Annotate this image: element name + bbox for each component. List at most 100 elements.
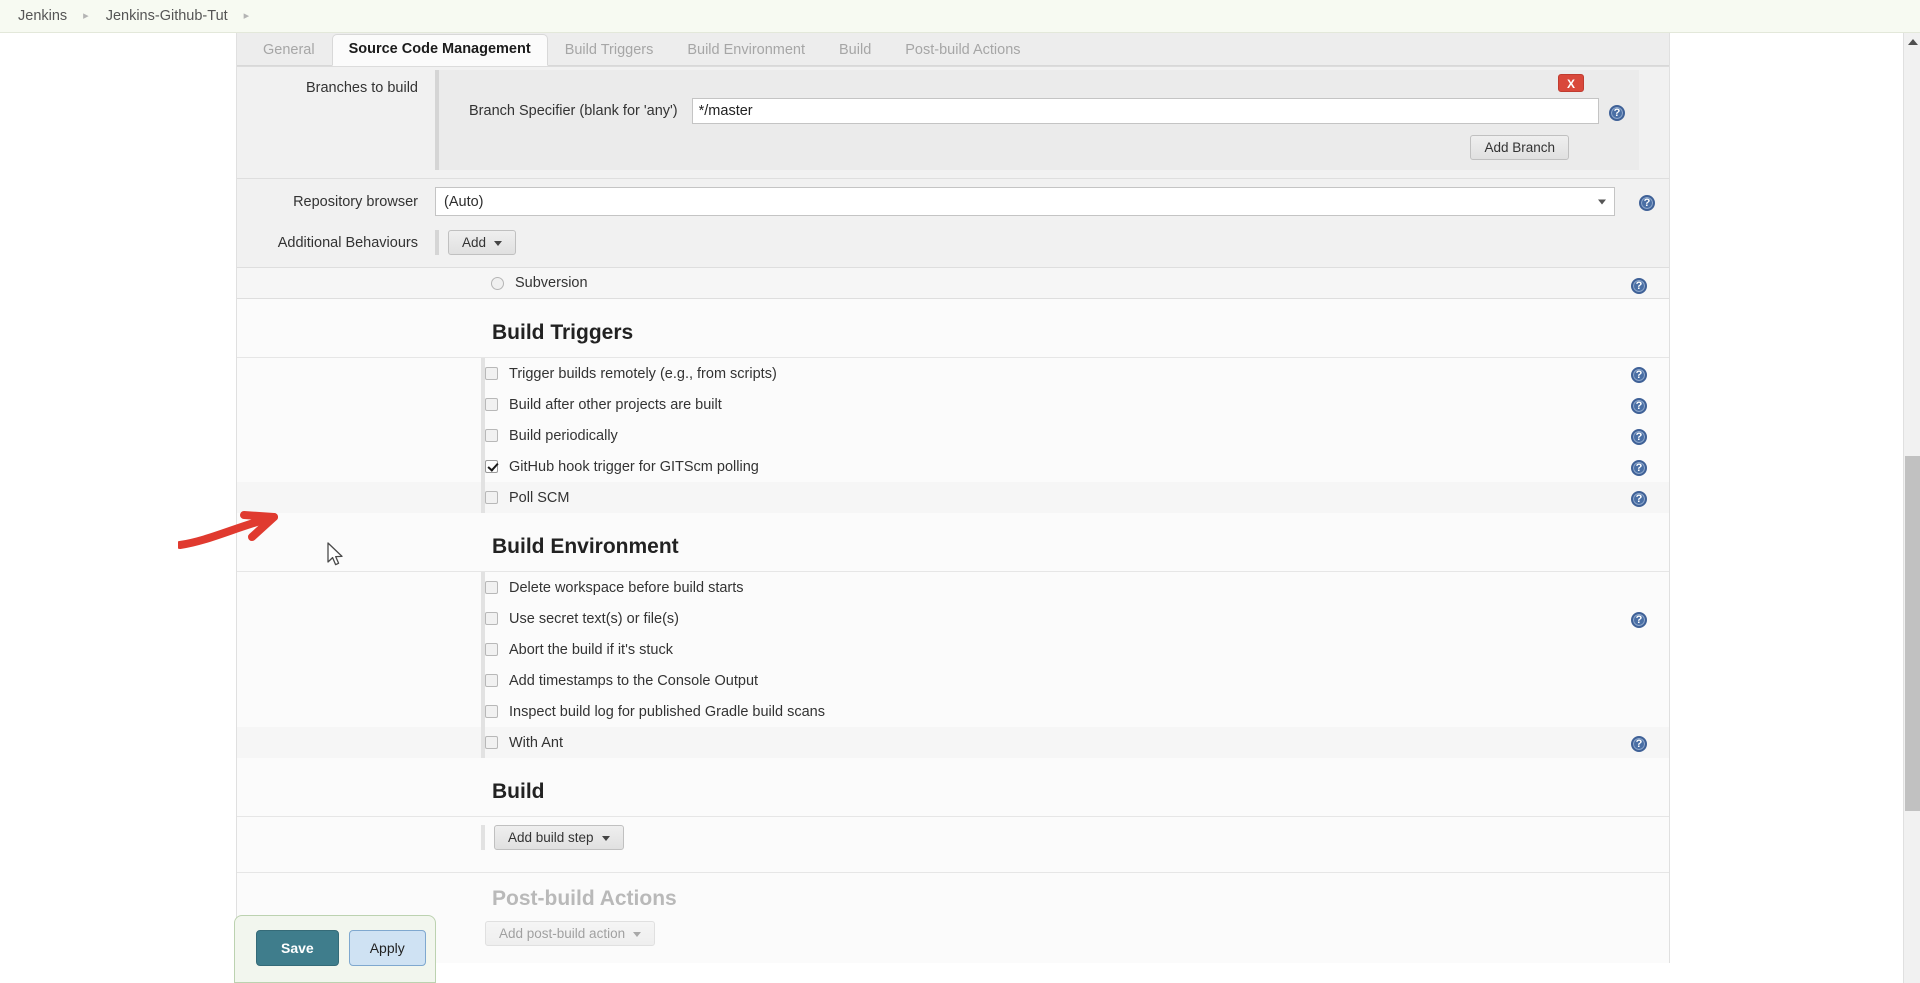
checkbox-github-hook-trigger[interactable] — [485, 460, 498, 473]
breadcrumb-separator-icon-2: ▸ — [243, 9, 250, 22]
environment-option-row[interactable]: Use secret text(s) or file(s) ? — [237, 603, 1669, 634]
environment-option-label: Use secret text(s) or file(s) — [509, 610, 679, 627]
branch-specifier-row: Branch Specifier (blank for 'any') ? — [439, 70, 1639, 124]
repository-browser-row: Repository browser (Auto) ? — [237, 178, 1669, 224]
page-body: General Source Code Management Build Tri… — [0, 33, 1920, 983]
trigger-option-label: Poll SCM — [509, 489, 570, 506]
tab-build-environment[interactable]: Build Environment — [670, 36, 822, 66]
save-apply-bar: Save Apply — [234, 915, 436, 983]
repository-browser-value: (Auto) — [444, 193, 484, 210]
save-apply-bar-inner: Save Apply — [235, 916, 435, 966]
branch-specifier-help-wrap: ? — [1609, 101, 1639, 121]
environment-option-label: Add timestamps to the Console Output — [509, 672, 759, 689]
help-icon[interactable]: ? — [1631, 278, 1647, 294]
environment-option-row[interactable]: With Ant ? — [237, 727, 1669, 758]
environment-option-label: Abort the build if it's stuck — [509, 641, 673, 658]
trigger-option-row[interactable]: Build periodically ? — [237, 420, 1669, 451]
trigger-option-row[interactable]: Build after other projects are built ? — [237, 389, 1669, 420]
branches-to-build-row: Branches to build X Branch Specifier (bl… — [237, 66, 1669, 178]
checkbox-add-timestamps[interactable] — [485, 674, 498, 687]
environment-option-row[interactable]: Inspect build log for published Gradle b… — [237, 696, 1669, 727]
trigger-option-label: Trigger builds remotely (e.g., from scri… — [509, 365, 777, 382]
breadcrumb-item-jenkins[interactable]: Jenkins — [14, 8, 71, 24]
trigger-option-row[interactable]: GitHub hook trigger for GITScm polling ? — [237, 451, 1669, 482]
checkbox-build-after-other-projects[interactable] — [485, 398, 498, 411]
add-build-step-button[interactable]: Add build step — [494, 825, 624, 850]
environment-option-help: ? — [1631, 610, 1647, 628]
environment-option-label: Inspect build log for published Gradle b… — [509, 703, 825, 720]
branch-specifier-input[interactable] — [691, 98, 1599, 124]
chevron-down-icon — [633, 931, 642, 937]
help-icon[interactable]: ? — [1631, 735, 1647, 752]
build-triggers-heading: Build Triggers — [237, 299, 1669, 358]
help-icon[interactable]: ? — [1631, 611, 1647, 628]
help-icon[interactable]: ? — [1631, 366, 1647, 383]
add-post-build-action-button[interactable]: Add post-build action — [485, 921, 656, 946]
config-panel: General Source Code Management Build Tri… — [236, 33, 1670, 963]
help-icon[interactable]: ? — [1639, 194, 1655, 211]
radio-subversion[interactable] — [491, 276, 504, 290]
checkbox-inspect-build-log-gradle[interactable] — [485, 705, 498, 718]
build-environment-body: Delete workspace before build starts Use… — [237, 572, 1669, 758]
environment-option-label: Delete workspace before build starts — [509, 579, 744, 596]
environment-option-help: ? — [1631, 734, 1647, 752]
add-branch-row: Add Branch — [439, 124, 1639, 160]
checkbox-build-periodically[interactable] — [485, 429, 498, 442]
repository-browser-select[interactable]: (Auto) — [435, 187, 1615, 216]
apply-button[interactable]: Apply — [348, 930, 426, 966]
trigger-option-help: ? — [1631, 489, 1647, 507]
help-icon[interactable]: ? — [1631, 490, 1647, 507]
scm-option-subversion[interactable]: Subversion ? — [237, 267, 1669, 299]
scrollbar-thumb[interactable] — [1905, 456, 1920, 811]
save-button[interactable]: Save — [256, 930, 339, 966]
checkbox-use-secret-text[interactable] — [485, 612, 498, 625]
trigger-option-help: ? — [1631, 427, 1647, 445]
delete-branch-button[interactable]: X — [1558, 74, 1584, 92]
branches-to-build-body: X Branch Specifier (blank for 'any') ? A… — [435, 70, 1639, 170]
trigger-option-help: ? — [1631, 365, 1647, 383]
tab-post-build-actions[interactable]: Post-build Actions — [888, 36, 1037, 66]
checkbox-trigger-builds-remotely[interactable] — [485, 367, 498, 380]
trigger-option-help: ? — [1631, 458, 1647, 476]
checkbox-with-ant[interactable] — [485, 736, 498, 749]
environment-option-row[interactable]: Delete workspace before build starts — [237, 572, 1669, 603]
trigger-option-label: GitHub hook trigger for GITScm polling — [509, 458, 759, 475]
help-icon[interactable]: ? — [1631, 397, 1647, 414]
trigger-option-help: ? — [1631, 396, 1647, 414]
breadcrumb-separator-icon: ▸ — [83, 9, 89, 22]
build-section-body: Add build step — [237, 817, 1669, 872]
trigger-option-row[interactable]: Poll SCM ? — [237, 482, 1669, 513]
chevron-down-icon — [1598, 199, 1606, 204]
subversion-label: Subversion — [515, 275, 588, 291]
add-build-step-wrap: Add build step — [481, 825, 624, 850]
additional-behaviours-body: Add — [435, 230, 517, 255]
environment-option-row[interactable]: Add timestamps to the Console Output — [237, 665, 1669, 696]
checkbox-abort-build-if-stuck[interactable] — [485, 643, 498, 656]
tab-build-triggers[interactable]: Build Triggers — [548, 36, 671, 66]
additional-behaviours-row: Additional Behaviours Add — [237, 224, 1669, 267]
tab-general[interactable]: General — [246, 36, 332, 66]
additional-behaviours-label: Additional Behaviours — [277, 234, 418, 251]
build-heading: Build — [237, 758, 1669, 817]
trigger-option-label: Build periodically — [509, 427, 618, 444]
tab-build[interactable]: Build — [822, 36, 888, 66]
scroll-up-button[interactable] — [1904, 33, 1920, 50]
add-behaviour-label: Add — [462, 235, 487, 250]
checkbox-poll-scm[interactable] — [485, 491, 498, 504]
vertical-scrollbar[interactable] — [1903, 33, 1920, 983]
help-icon[interactable]: ? — [1631, 459, 1647, 476]
help-icon[interactable]: ? — [1631, 428, 1647, 445]
breadcrumb-item-project[interactable]: Jenkins-Github-Tut — [102, 8, 232, 24]
tab-source-code-management[interactable]: Source Code Management — [331, 33, 548, 66]
post-build-actions-body: Add post-build action — [237, 921, 1669, 946]
checkbox-delete-workspace[interactable] — [485, 581, 498, 594]
environment-option-row[interactable]: Abort the build if it's stuck — [237, 634, 1669, 665]
add-behaviour-button[interactable]: Add — [448, 230, 517, 255]
add-post-build-action-label: Add post-build action — [499, 926, 626, 941]
repository-browser-label: Repository browser — [293, 193, 418, 210]
help-icon[interactable]: ? — [1609, 105, 1625, 121]
add-branch-button[interactable]: Add Branch — [1470, 135, 1569, 160]
trigger-option-row[interactable]: Trigger builds remotely (e.g., from scri… — [237, 358, 1669, 389]
build-environment-heading: Build Environment — [237, 513, 1669, 572]
chevron-down-icon — [494, 240, 503, 246]
